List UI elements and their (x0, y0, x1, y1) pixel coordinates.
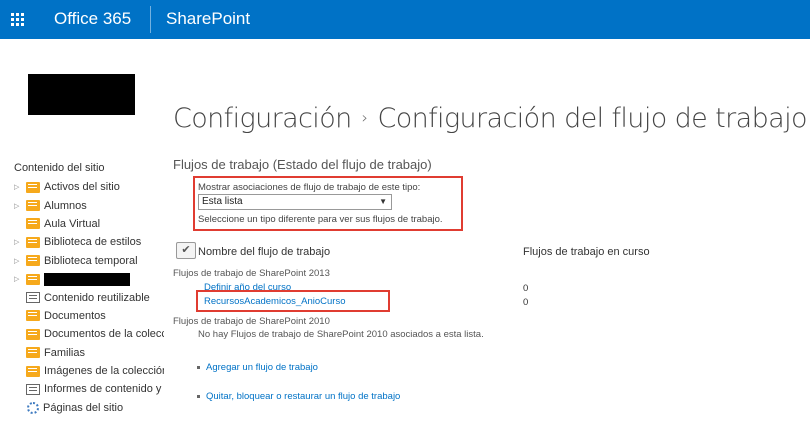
nav-item[interactable]: ▷ Alumnos (14, 196, 164, 214)
nav-item-label: Imágenes de la colección (44, 365, 164, 378)
expand-triangle-icon[interactable]: ▷ (14, 183, 26, 191)
expand-triangle-icon[interactable]: ▷ (14, 257, 26, 265)
nav-item-label: Documentos (44, 309, 106, 322)
nav-item-label: Biblioteca temporal (44, 254, 138, 267)
group-sp2013: Flujos de trabajo de SharePoint 2013 (173, 268, 330, 279)
folder-icon (26, 181, 40, 193)
nav-item[interactable]: ▷ Biblioteca de estilos (14, 233, 164, 251)
dropdown-arrow-icon: ▼ (379, 197, 387, 206)
sharepoint-link[interactable]: SharePoint (166, 9, 250, 29)
folder-icon (26, 273, 40, 285)
expand-triangle-icon[interactable]: ▷ (14, 202, 26, 210)
nav-item[interactable]: Imágenes de la colección (14, 362, 164, 380)
remove-workflow-link[interactable]: Quitar, bloquear o restaurar un flujo de… (197, 391, 400, 402)
expand-triangle-icon[interactable]: ▷ (14, 275, 26, 283)
column-header-in-progress: Flujos de trabajo en curso (523, 246, 650, 258)
nav-item-label: Aula Virtual (44, 217, 101, 230)
bullet-icon (197, 395, 200, 398)
filter-help-text: Seleccione un tipo diferente para ver su… (198, 214, 443, 225)
folder-icon (26, 236, 40, 248)
office365-link[interactable]: Office 365 (54, 9, 131, 29)
add-workflow-link[interactable]: Agregar un flujo de trabajo (197, 362, 318, 373)
nav-item-label: Informes de contenido y (44, 383, 162, 396)
nav-item[interactable]: Páginas del sitio (14, 399, 164, 417)
suite-bar-divider (150, 6, 151, 33)
group-sp2010: Flujos de trabajo de SharePoint 2010 (173, 316, 330, 327)
nav-heading-site-contents[interactable]: Contenido del sitio (14, 162, 105, 174)
page-title-text: Configuración del flujo de trabajo (377, 103, 807, 134)
nav-item[interactable]: ▷ (14, 270, 164, 288)
column-header-name: Nombre del flujo de trabajo (198, 246, 331, 258)
list-icon (26, 383, 40, 395)
left-nav: ▷ Activos del sitio ▷ Alumnos Aula Virtual ▷ B… (14, 178, 164, 417)
gear-icon (27, 401, 39, 414)
breadcrumb-separator-icon: › (361, 108, 368, 127)
app-launcher-button[interactable] (0, 0, 35, 39)
folder-icon (26, 365, 40, 377)
waffle-icon (11, 13, 24, 26)
page-title: Configuración › Configuración del flujo de… (173, 103, 810, 134)
expand-triangle-icon[interactable]: ▷ (14, 238, 26, 246)
filter-label: Mostrar asociaciones de flujo de trabajo… (198, 182, 421, 193)
nav-item-label: Activos del sitio (44, 181, 120, 194)
breadcrumb-settings-link[interactable]: Configuración (173, 103, 352, 134)
in-progress-count: 0 (523, 297, 529, 308)
nav-item-label: Páginas del sitio (43, 401, 124, 414)
workflow-link-recursos-academicos[interactable]: RecursosAcademicos_AnioCurso (204, 296, 346, 307)
workflow-type-select[interactable]: Esta lista ▼ (198, 194, 392, 210)
add-workflow-label: Agregar un flujo de trabajo (206, 362, 318, 373)
sp2010-empty-message: No hay Flujos de trabajo de SharePoint 2… (198, 329, 484, 340)
nav-item-label: Alumnos (44, 199, 87, 212)
nav-item[interactable]: Informes de contenido y (14, 380, 164, 398)
nav-item[interactable]: Familias (14, 344, 164, 362)
nav-item[interactable]: ▷ Activos del sitio (14, 178, 164, 196)
in-progress-count: 0 (523, 283, 529, 294)
nav-item-label: Familias (44, 346, 85, 359)
nav-item-label: Biblioteca de estilos (44, 236, 142, 249)
nav-item[interactable]: Documentos de la colecc (14, 325, 164, 343)
folder-icon (26, 347, 40, 359)
folder-icon (26, 310, 40, 322)
nav-item[interactable]: Contenido reutilizable (14, 288, 164, 306)
bullet-icon (197, 366, 200, 369)
remove-workflow-label: Quitar, bloquear o restaurar un flujo de… (206, 391, 401, 402)
list-icon (26, 292, 40, 304)
folder-icon (26, 218, 40, 230)
nav-item-label: Contenido reutilizable (44, 291, 150, 304)
nav-item[interactable]: ▷ Biblioteca temporal (14, 252, 164, 270)
site-logo-redacted[interactable] (28, 74, 135, 115)
folder-icon (26, 255, 40, 267)
folder-icon (26, 328, 40, 340)
nav-item-label: Documentos de la colecc (44, 328, 164, 341)
section-title: Flujos de trabajo (Estado del flujo de t… (173, 157, 432, 172)
redacted-label (44, 272, 130, 286)
suite-bar: Office 365 SharePoint (0, 0, 810, 39)
workflow-status-icon: ✔ (176, 242, 196, 259)
nav-item[interactable]: Aula Virtual (14, 215, 164, 233)
nav-item[interactable]: Documentos (14, 307, 164, 325)
select-value: Esta lista (202, 196, 243, 207)
folder-icon (26, 200, 40, 212)
